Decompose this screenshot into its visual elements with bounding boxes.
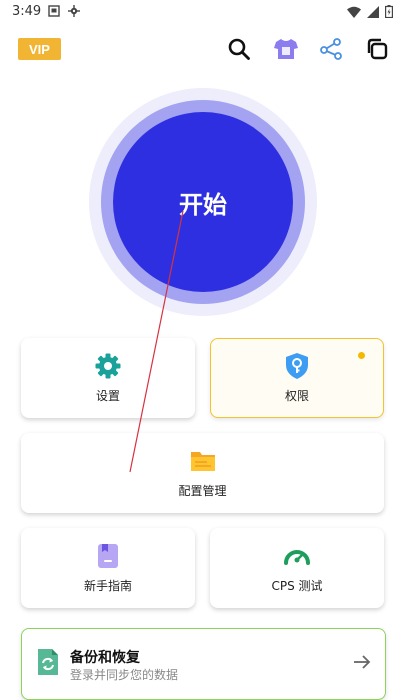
status-bar: 3:49 bbox=[0, 0, 405, 24]
search-icon[interactable] bbox=[226, 36, 252, 62]
beginner-guide-card[interactable]: 新手指南 bbox=[21, 528, 195, 608]
signal-icon bbox=[367, 5, 379, 18]
settings-gear-icon bbox=[68, 5, 80, 17]
vip-button[interactable]: VIP bbox=[18, 38, 61, 60]
settings-card[interactable]: 设置 bbox=[21, 338, 195, 418]
permissions-label: 权限 bbox=[284, 389, 309, 403]
backup-file-icon bbox=[36, 647, 60, 681]
status-time: 3:49 bbox=[12, 4, 42, 19]
beginner-guide-label: 新手指南 bbox=[83, 579, 132, 593]
battery-icon bbox=[385, 5, 393, 18]
cps-test-card[interactable]: CPS 测试 bbox=[210, 528, 384, 608]
arrow-right-icon bbox=[353, 654, 371, 674]
backup-restore-card[interactable]: 备份和恢复 登录并同步您的数据 bbox=[21, 628, 386, 700]
top-app-bar: VIP bbox=[0, 34, 405, 68]
start-button-container: 开始 bbox=[89, 88, 317, 316]
speedometer-icon bbox=[283, 542, 311, 570]
settings-icon bbox=[94, 352, 122, 380]
copy-icon[interactable] bbox=[364, 36, 390, 62]
backup-subtitle: 登录并同步您的数据 bbox=[70, 668, 179, 682]
settings-label: 设置 bbox=[95, 389, 120, 403]
status-right-icons bbox=[347, 5, 393, 18]
start-button[interactable]: 开始 bbox=[113, 112, 293, 292]
status-left-icons bbox=[48, 5, 80, 17]
share-icon[interactable] bbox=[318, 36, 344, 62]
config-management-card[interactable]: 配置管理 bbox=[21, 433, 384, 513]
backup-title: 备份和恢复 bbox=[70, 650, 140, 666]
wifi-icon bbox=[347, 6, 361, 18]
config-management-label: 配置管理 bbox=[178, 484, 227, 498]
folder-icon bbox=[189, 447, 217, 475]
theme-shirt-icon[interactable] bbox=[273, 36, 299, 62]
cps-test-label: CPS 测试 bbox=[271, 579, 323, 593]
permissions-card[interactable]: 权限 bbox=[210, 338, 384, 418]
guide-book-icon bbox=[94, 542, 122, 570]
sim-card-icon bbox=[48, 5, 60, 17]
notification-dot bbox=[358, 352, 365, 359]
shield-key-icon bbox=[283, 352, 311, 380]
